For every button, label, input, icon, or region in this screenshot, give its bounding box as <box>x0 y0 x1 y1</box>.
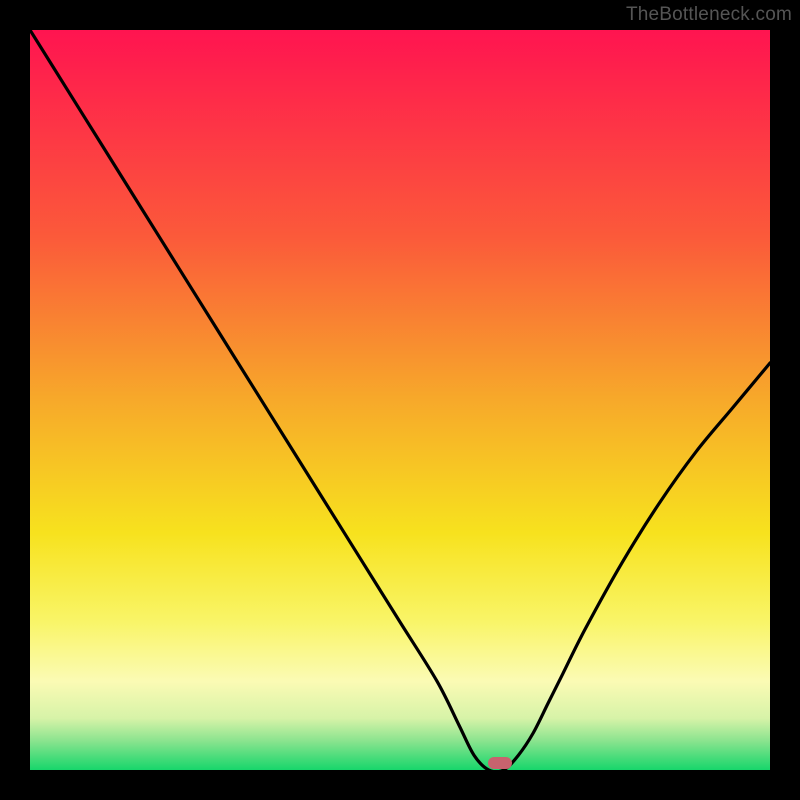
background-gradient <box>30 30 770 770</box>
plot-area <box>30 30 770 770</box>
chart-stage: TheBottleneck.com <box>0 0 800 800</box>
watermark-text: TheBottleneck.com <box>626 4 792 26</box>
